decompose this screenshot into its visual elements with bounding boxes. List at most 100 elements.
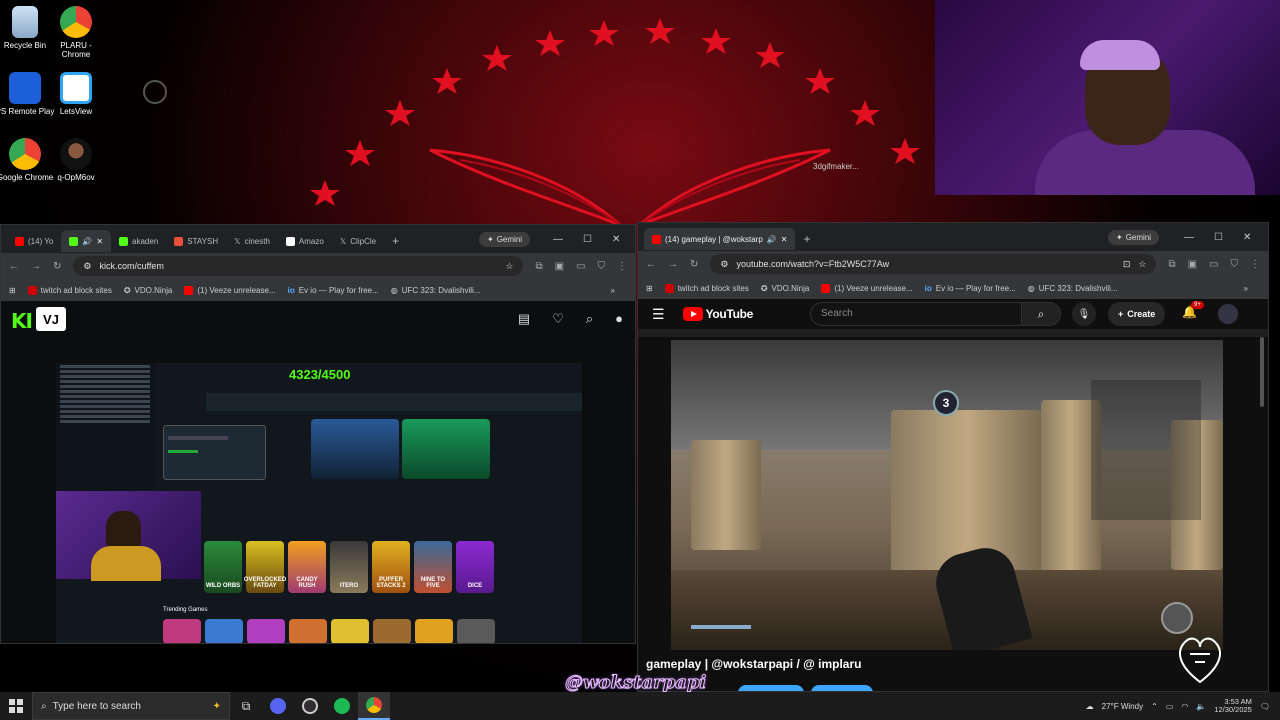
reload-icon[interactable]: ↻: [53, 261, 61, 272]
tab-amazon[interactable]: Amazo: [278, 230, 332, 252]
install-app-icon[interactable]: ⊡: [1123, 259, 1131, 270]
split-view-icon[interactable]: ▣: [1188, 259, 1197, 270]
close-window-icon[interactable]: ✕: [1243, 232, 1251, 243]
kick-logo[interactable]: KI: [11, 309, 33, 333]
game-tile[interactable]: [205, 619, 243, 643]
forward-icon[interactable]: →: [668, 259, 678, 270]
game-tile[interactable]: [457, 619, 495, 643]
more-bookmarks-icon[interactable]: »: [1244, 284, 1248, 293]
apps-grid-icon[interactable]: ⊞: [646, 284, 653, 293]
minimize-icon[interactable]: —: [553, 234, 563, 245]
tab-clipcle[interactable]: 𝕏 ClipCle: [332, 230, 384, 252]
wifi-icon[interactable]: ◠: [1181, 702, 1188, 711]
bookmark-twitch[interactable]: twitch ad block sites: [27, 285, 112, 295]
account-avatar[interactable]: [1218, 304, 1238, 324]
subscribe-button-partial[interactable]: [738, 685, 804, 691]
cast-icon[interactable]: ▭: [1209, 259, 1218, 270]
right-browser-window[interactable]: (14) gameplay | @wokstarp 🔊 ✕ + ✦ Gemini — …: [637, 222, 1269, 692]
game-tile[interactable]: CANDY RUSH: [288, 541, 326, 593]
create-button[interactable]: + Create: [1108, 302, 1166, 326]
chrome-taskbar-icon[interactable]: [358, 692, 390, 720]
start-button[interactable]: [0, 692, 32, 720]
bookmark-veeze[interactable]: (1) Veeze unrelease...: [184, 285, 276, 295]
bookmark-twitch[interactable]: twitch ad block sites: [664, 283, 749, 293]
taskbar-search-box[interactable]: ⌕ Type here to search ✦: [32, 692, 230, 720]
desktop-icon-letsview[interactable]: LetsView: [46, 72, 106, 116]
game-tile[interactable]: [373, 619, 411, 643]
discord-icon[interactable]: [262, 692, 294, 720]
action-button-partial[interactable]: [811, 685, 873, 691]
search-button[interactable]: ⌕: [1021, 302, 1061, 326]
site-info-icon[interactable]: ⚙: [83, 261, 91, 272]
address-bar[interactable]: ⚙ kick.com/cuffem ☆: [73, 256, 524, 276]
minimize-icon[interactable]: —: [1184, 232, 1194, 243]
obs-icon[interactable]: [294, 692, 326, 720]
shield-icon[interactable]: ⛉: [1231, 259, 1239, 270]
game-tile[interactable]: NINE TO FIVE: [414, 541, 452, 593]
game-tile[interactable]: DICE: [456, 541, 494, 593]
tab-kick-active[interactable]: 🔊 ✕: [61, 230, 112, 252]
menu-dots-icon[interactable]: ⋮: [1250, 259, 1260, 270]
game-tile[interactable]: [163, 619, 201, 643]
menu-dots-icon[interactable]: ⋮: [617, 261, 627, 272]
split-view-icon[interactable]: ▣: [555, 261, 564, 272]
notifications-icon[interactable]: 🗨: [1260, 702, 1270, 711]
forward-icon[interactable]: →: [31, 261, 41, 272]
bookmark-ufc[interactable]: ◍ UFC 323: Dvalishvili...: [391, 286, 481, 295]
taskbar-clock[interactable]: 3:53 AM 12/30/2025: [1214, 697, 1252, 715]
close-window-icon[interactable]: ✕: [612, 234, 620, 245]
game-tile[interactable]: PUFFER STACKS 2: [372, 541, 410, 593]
new-tab-button[interactable]: +: [384, 230, 407, 252]
stream-player[interactable]: 4323/4500 WILD ORBS OVERLOCKED FATDAY CA…: [56, 363, 582, 643]
tab-youtube-active[interactable]: (14) gameplay | @wokstarp 🔊 ✕: [644, 228, 796, 250]
bookmark-ev-io[interactable]: io Ev io — Play for free...: [288, 286, 379, 295]
maximize-icon[interactable]: ☐: [583, 234, 592, 245]
game-tile[interactable]: [331, 619, 369, 643]
game-tile[interactable]: ITERO: [330, 541, 368, 593]
left-browser-window[interactable]: (14) Yo 🔊 ✕ akaden STAYSH 𝕏cinesth Amazo …: [0, 224, 636, 644]
tab-cinesth[interactable]: 𝕏cinesth: [226, 230, 278, 252]
bookmark-veeze[interactable]: (1) Veeze unrelease...: [821, 283, 913, 293]
back-icon[interactable]: ←: [9, 261, 19, 272]
search-icon[interactable]: ⌕: [586, 311, 593, 327]
reload-icon[interactable]: ↻: [690, 259, 698, 270]
game-tile[interactable]: OVERLOCKED FATDAY: [244, 541, 286, 593]
gemini-button[interactable]: ✦ Gemini: [479, 232, 531, 247]
volume-icon[interactable]: 🔈: [1196, 702, 1206, 711]
maximize-icon[interactable]: ☐: [1214, 232, 1223, 243]
bookmark-vdo-ninja[interactable]: ✪ VDO.Ninja: [124, 286, 173, 295]
more-bookmarks-icon[interactable]: »: [611, 286, 615, 295]
tab-akaden[interactable]: akaden: [111, 230, 166, 252]
search-input[interactable]: Search: [810, 302, 1038, 326]
shield-icon[interactable]: ⛉: [598, 261, 606, 272]
new-tab-button[interactable]: +: [795, 228, 818, 250]
voice-search-button[interactable]: 🎙: [1072, 302, 1096, 326]
hamburger-menu-icon[interactable]: ☰: [652, 306, 665, 323]
desktop-icon-plaru-chrome[interactable]: PLARU - Chrome: [46, 6, 106, 59]
close-tab-icon[interactable]: ✕: [781, 235, 788, 244]
video-player[interactable]: 3: [671, 340, 1223, 650]
youtube-logo[interactable]: YouTube: [682, 307, 753, 321]
bookmark-ufc[interactable]: ◍ UFC 323: Dvalishvili...: [1028, 284, 1118, 293]
page-scrollbar[interactable]: [1260, 337, 1264, 407]
cast-icon[interactable]: ▭: [576, 261, 585, 272]
back-icon[interactable]: ←: [646, 259, 656, 270]
game-tile[interactable]: [289, 619, 327, 643]
gemini-button[interactable]: ✦ Gemini: [1108, 230, 1160, 245]
bookmark-vdo-ninja[interactable]: ✪ VDO.Ninja: [761, 284, 810, 293]
game-tile[interactable]: WILD ORBS: [204, 541, 242, 593]
site-info-icon[interactable]: ⚙: [720, 259, 728, 270]
network-icon[interactable]: ▭: [1166, 702, 1174, 711]
extensions-icon[interactable]: ⧉: [535, 261, 542, 272]
game-tile[interactable]: [247, 619, 285, 643]
bookmark-ev-io[interactable]: io Ev io — Play for free...: [925, 284, 1016, 293]
user-avatar-icon[interactable]: ●: [615, 311, 623, 327]
browse-icon[interactable]: ▤: [518, 311, 530, 327]
bookmark-star-icon[interactable]: ☆: [1138, 259, 1146, 270]
bookmark-star-icon[interactable]: ☆: [505, 261, 513, 272]
game-tile[interactable]: [415, 619, 453, 643]
weather-text[interactable]: 27°F Windy: [1102, 702, 1143, 711]
chevron-up-icon[interactable]: ⌃: [1151, 702, 1158, 711]
extensions-icon[interactable]: ⧉: [1168, 259, 1175, 270]
address-bar[interactable]: ⚙ youtube.com/watch?v=Ftb2W5C77Aw ⊡ ☆: [710, 254, 1157, 274]
